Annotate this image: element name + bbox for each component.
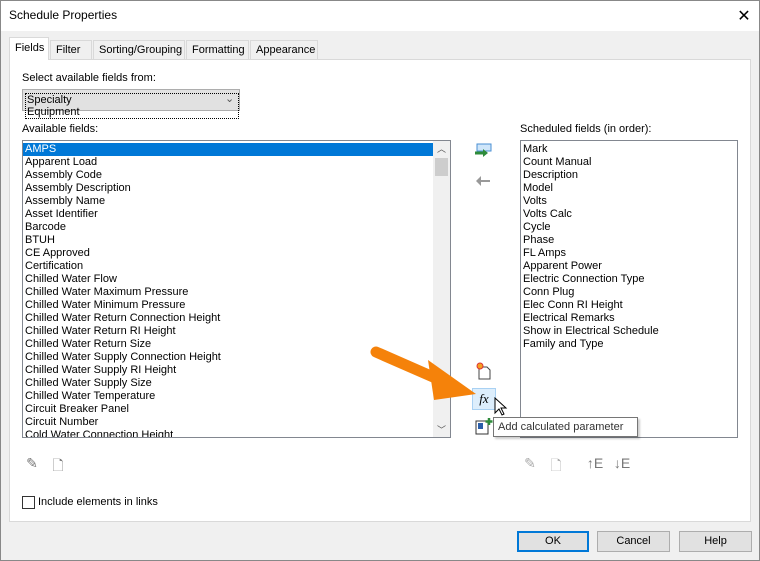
scroll-up-icon[interactable]: ︿ <box>437 142 446 155</box>
help-button[interactable]: Help <box>679 531 752 552</box>
list-item[interactable]: Assembly Code <box>23 169 433 182</box>
category-dropdown[interactable]: Specialty Equipment ⌄ <box>22 89 240 119</box>
scheduled-fields-label: Scheduled fields (in order): <box>520 123 652 135</box>
list-item[interactable]: Family and Type <box>521 338 737 351</box>
tab-formatting[interactable]: Formatting <box>186 40 249 60</box>
edit-pencil-icon[interactable]: ✎ <box>24 455 40 472</box>
list-item[interactable]: Elec Conn RI Height <box>521 299 737 312</box>
list-item[interactable]: Mark <box>521 143 737 156</box>
list-item[interactable]: FL Amps <box>521 247 737 260</box>
remove-field-icon[interactable] <box>474 174 492 188</box>
list-item[interactable]: Circuit Number <box>23 416 433 429</box>
list-item[interactable]: Electric Connection Type <box>521 273 737 286</box>
list-item[interactable]: Volts <box>521 195 737 208</box>
list-item[interactable]: BTUH <box>23 234 433 247</box>
select-fields-label: Select available fields from: <box>22 72 156 84</box>
tab-sorting-grouping[interactable]: Sorting/Grouping <box>93 40 185 60</box>
delete-parameter-icon[interactable]: 🗋 <box>548 455 564 479</box>
list-item[interactable]: Cold Water Connection Height <box>23 429 433 437</box>
category-value: Specialty Equipment <box>25 93 239 119</box>
list-item[interactable]: Model <box>521 182 737 195</box>
list-item[interactable]: Chilled Water Return Connection Height <box>23 312 433 325</box>
scheduled-fields-list[interactable]: Mark Count Manual Description Model Volts Vol… <box>520 140 738 438</box>
list-item[interactable]: Apparent Load <box>23 156 433 169</box>
list-item[interactable]: Electrical Remarks <box>521 312 737 325</box>
available-fields-label: Available fields: <box>22 123 99 135</box>
include-links-checkbox[interactable] <box>22 496 35 509</box>
close-icon[interactable]: ✕ <box>734 6 754 26</box>
list-item[interactable]: Assembly Description <box>23 182 433 195</box>
window-title: Schedule Properties <box>9 8 118 22</box>
list-item[interactable]: Conn Plug <box>521 286 737 299</box>
list-item[interactable]: Volts Calc <box>521 208 737 221</box>
cancel-button[interactable]: Cancel <box>597 531 670 552</box>
tooltip: Add calculated parameter <box>493 417 638 437</box>
list-item[interactable]: Barcode <box>23 221 433 234</box>
list-item[interactable]: Chilled Water Flow <box>23 273 433 286</box>
combine-parameters-icon[interactable] <box>475 417 493 435</box>
move-up-icon[interactable]: ↑E <box>585 455 605 471</box>
list-item[interactable]: Description <box>521 169 737 182</box>
list-item[interactable]: AMPS <box>23 143 433 156</box>
list-item[interactable]: Cycle <box>521 221 737 234</box>
list-item[interactable]: Certification <box>23 260 433 273</box>
annotation-arrow-icon <box>370 346 476 400</box>
list-item[interactable]: Chilled Water Minimum Pressure <box>23 299 433 312</box>
list-item[interactable]: Apparent Power <box>521 260 737 273</box>
tab-filter[interactable]: Filter <box>50 40 92 60</box>
tab-fields[interactable]: Fields <box>9 37 49 60</box>
move-down-icon[interactable]: ↓E <box>612 455 632 471</box>
chevron-down-icon: ⌄ <box>225 93 235 105</box>
list-item[interactable]: Phase <box>521 234 737 247</box>
scrollbar-thumb[interactable] <box>435 158 448 176</box>
list-item[interactable]: Assembly Name <box>23 195 433 208</box>
list-item[interactable]: Chilled Water Maximum Pressure <box>23 286 433 299</box>
list-item[interactable]: CE Approved <box>23 247 433 260</box>
list-item[interactable]: Count Manual <box>521 156 737 169</box>
edit-pencil-icon[interactable]: ✎ <box>522 455 538 472</box>
delete-parameter-icon[interactable]: 🗋 <box>50 455 66 479</box>
list-item[interactable]: Asset Identifier <box>23 208 433 221</box>
tab-appearance[interactable]: Appearance <box>250 40 318 60</box>
scroll-down-icon[interactable]: ﹀ <box>437 423 446 436</box>
add-field-icon[interactable] <box>474 143 492 161</box>
ok-button[interactable]: OK <box>517 531 589 552</box>
list-item[interactable]: Chilled Water Return RI Height <box>23 325 433 338</box>
include-links-label: Include elements in links <box>38 496 158 508</box>
list-item[interactable]: Show in Electrical Schedule <box>521 325 737 338</box>
